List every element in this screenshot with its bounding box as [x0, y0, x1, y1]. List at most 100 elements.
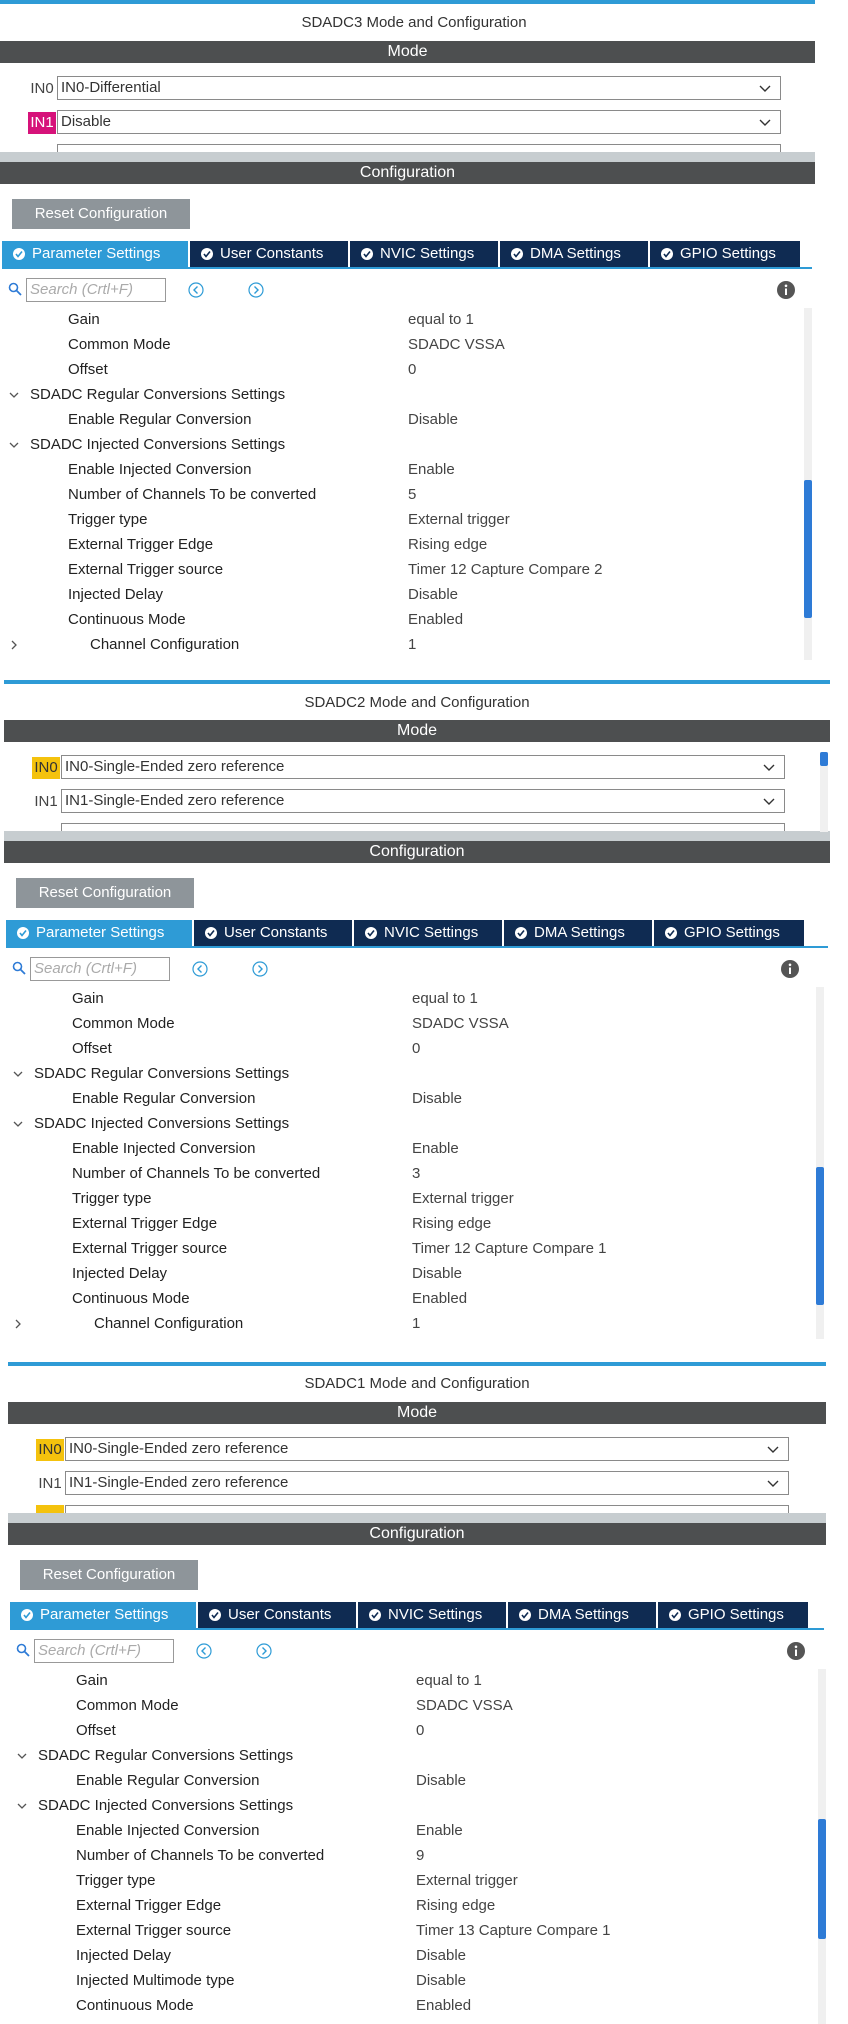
param-trigger-type[interactable]: Trigger type External trigger [8, 1869, 814, 1893]
param-gain[interactable]: Gain equal to 1 [8, 1669, 814, 1693]
param-offset[interactable]: Offset 0 [0, 358, 800, 382]
in1-select-value: IN1-Single-Ended zero reference [69, 1474, 289, 1491]
param-gain[interactable]: Gain equal to 1 [4, 987, 814, 1011]
param-continuous-mode[interactable]: Continuous Mode Enabled [0, 608, 800, 632]
chevron-down-icon[interactable] [12, 1068, 24, 1080]
in0-select[interactable]: IN0-Differential [57, 76, 781, 100]
info-icon[interactable] [786, 1641, 806, 1661]
param-num-channels[interactable]: Number of Channels To be converted 5 [0, 483, 800, 507]
param-continuous-mode[interactable]: Continuous Mode Enabled [8, 1994, 814, 2018]
tab-user-constants[interactable]: User Constants [198, 1602, 356, 1628]
chevron-down-icon[interactable] [16, 1750, 28, 1762]
next-match-icon[interactable] [252, 961, 268, 977]
param-injected-multimode[interactable]: Injected Multimode type Disable [8, 1969, 814, 1993]
reset-configuration-button[interactable]: Reset Configuration [16, 878, 194, 908]
tab-dma-settings[interactable]: DMA Settings [500, 241, 648, 267]
parameter-scrollbar[interactable] [816, 987, 824, 1339]
param-trigger-edge[interactable]: External Trigger Edge Rising edge [4, 1212, 814, 1236]
param-trigger-edge[interactable]: External Trigger Edge Rising edge [0, 533, 800, 557]
group-channel-configuration[interactable]: Channel Configuration 1 [4, 1312, 814, 1336]
chevron-down-icon[interactable] [16, 1800, 28, 1812]
param-trigger-source[interactable]: External Trigger source Timer 12 Capture … [4, 1237, 814, 1261]
previous-match-icon[interactable] [192, 961, 208, 977]
tab-parameter-settings[interactable]: Parameter Settings [6, 920, 192, 946]
in0-select[interactable]: IN0-Single-Ended zero reference [61, 755, 785, 779]
reset-configuration-button[interactable]: Reset Configuration [12, 199, 190, 229]
param-trigger-source[interactable]: External Trigger source Timer 13 Capture … [8, 1919, 814, 1943]
param-injected-delay[interactable]: Injected Delay Disable [8, 1944, 814, 1968]
param-common-mode[interactable]: Common Mode SDADC VSSA [8, 1694, 814, 1718]
param-trigger-source[interactable]: External Trigger source Timer 12 Capture … [0, 558, 800, 582]
group-regular-conversions[interactable]: SDADC Regular Conversions Settings [8, 1744, 814, 1768]
group-channel-configuration[interactable]: Channel Configuration 1 [0, 633, 800, 657]
mode-scrollbar[interactable] [820, 752, 828, 832]
tab-label: Parameter Settings [32, 245, 161, 262]
param-offset[interactable]: Offset 0 [4, 1037, 814, 1061]
param-injected-delay[interactable]: Injected Delay Disable [4, 1262, 814, 1286]
param-trigger-type[interactable]: Trigger type External trigger [4, 1187, 814, 1211]
param-trigger-type[interactable]: Trigger type External trigger [0, 508, 800, 532]
scrollbar-thumb[interactable] [804, 480, 812, 618]
tab-parameter-settings[interactable]: Parameter Settings [10, 1602, 196, 1628]
group-regular-conversions[interactable]: SDADC Regular Conversions Settings [0, 383, 800, 407]
param-common-mode[interactable]: Common Mode SDADC VSSA [0, 333, 800, 357]
param-offset[interactable]: Offset 0 [8, 1719, 814, 1743]
tab-gpio-settings[interactable]: GPIO Settings [650, 241, 800, 267]
tab-user-constants[interactable]: User Constants [194, 920, 352, 946]
tab-dma-settings[interactable]: DMA Settings [504, 920, 652, 946]
reset-configuration-button[interactable]: Reset Configuration [20, 1560, 198, 1590]
param-common-mode[interactable]: Common Mode SDADC VSSA [4, 1012, 814, 1036]
tab-parameter-settings[interactable]: Parameter Settings [2, 241, 188, 267]
group-injected-conversions[interactable]: SDADC Injected Conversions Settings [4, 1112, 814, 1136]
chevron-down-icon[interactable] [8, 439, 20, 451]
info-icon[interactable] [776, 280, 796, 300]
parameter-scrollbar[interactable] [804, 308, 812, 660]
param-enable-injected[interactable]: Enable Injected Conversion Enable [8, 1819, 814, 1843]
chevron-down-icon [763, 798, 775, 805]
param-enable-regular[interactable]: Enable Regular Conversion Disable [0, 408, 800, 432]
group-injected-conversions[interactable]: SDADC Injected Conversions Settings [0, 433, 800, 457]
chevron-down-icon[interactable] [12, 1118, 24, 1130]
chevron-down-icon[interactable] [8, 389, 20, 401]
previous-match-icon[interactable] [188, 282, 204, 298]
tab-nvic-settings[interactable]: NVIC Settings [350, 241, 498, 267]
tab-gpio-settings[interactable]: GPIO Settings [654, 920, 804, 946]
param-label: Enable Injected Conversion [68, 461, 252, 478]
scrollbar-thumb[interactable] [818, 1819, 826, 1939]
param-enable-regular[interactable]: Enable Regular Conversion Disable [8, 1769, 814, 1793]
group-regular-conversions[interactable]: SDADC Regular Conversions Settings [4, 1062, 814, 1086]
scrollbar-thumb[interactable] [816, 1167, 824, 1305]
param-injected-delay[interactable]: Injected Delay Disable [0, 583, 800, 607]
param-enable-regular[interactable]: Enable Regular Conversion Disable [4, 1087, 814, 1111]
param-num-channels[interactable]: Number of Channels To be converted 3 [4, 1162, 814, 1186]
chevron-right-icon[interactable] [12, 1318, 24, 1330]
tab-nvic-settings[interactable]: NVIC Settings [358, 1602, 506, 1628]
param-trigger-edge[interactable]: External Trigger Edge Rising edge [8, 1894, 814, 1918]
tab-dma-settings[interactable]: DMA Settings [508, 1602, 656, 1628]
in1-select[interactable]: Disable [57, 110, 781, 134]
tab-nvic-settings[interactable]: NVIC Settings [354, 920, 502, 946]
param-enable-injected[interactable]: Enable Injected Conversion Enable [0, 458, 800, 482]
next-match-icon[interactable] [256, 1643, 272, 1659]
search-input[interactable]: Search (Crtl+F) [26, 278, 166, 302]
param-label: Injected Delay [76, 1947, 172, 1964]
search-input[interactable]: Search (Crtl+F) [34, 1639, 174, 1663]
search-input[interactable]: Search (Crtl+F) [30, 957, 170, 981]
in1-select[interactable]: IN1-Single-Ended zero reference [65, 1471, 789, 1495]
next-match-icon[interactable] [248, 282, 264, 298]
group-injected-conversions[interactable]: SDADC Injected Conversions Settings [8, 1794, 814, 1818]
in0-select[interactable]: IN0-Single-Ended zero reference [65, 1437, 789, 1461]
previous-match-icon[interactable] [196, 1643, 212, 1659]
param-label: External Trigger source [76, 1922, 232, 1939]
param-gain[interactable]: Gain equal to 1 [0, 308, 800, 332]
chevron-right-icon[interactable] [8, 639, 20, 651]
param-enable-injected[interactable]: Enable Injected Conversion Enable [4, 1137, 814, 1161]
info-icon[interactable] [780, 959, 800, 979]
parameter-scrollbar[interactable] [818, 1669, 826, 2024]
tab-user-constants[interactable]: User Constants [190, 241, 348, 267]
param-num-channels[interactable]: Number of Channels To be converted 9 [8, 1844, 814, 1868]
in1-select[interactable]: IN1-Single-Ended zero reference [61, 789, 785, 813]
tab-gpio-settings[interactable]: GPIO Settings [658, 1602, 808, 1628]
scrollbar-thumb[interactable] [820, 752, 828, 766]
param-continuous-mode[interactable]: Continuous Mode Enabled [4, 1287, 814, 1311]
